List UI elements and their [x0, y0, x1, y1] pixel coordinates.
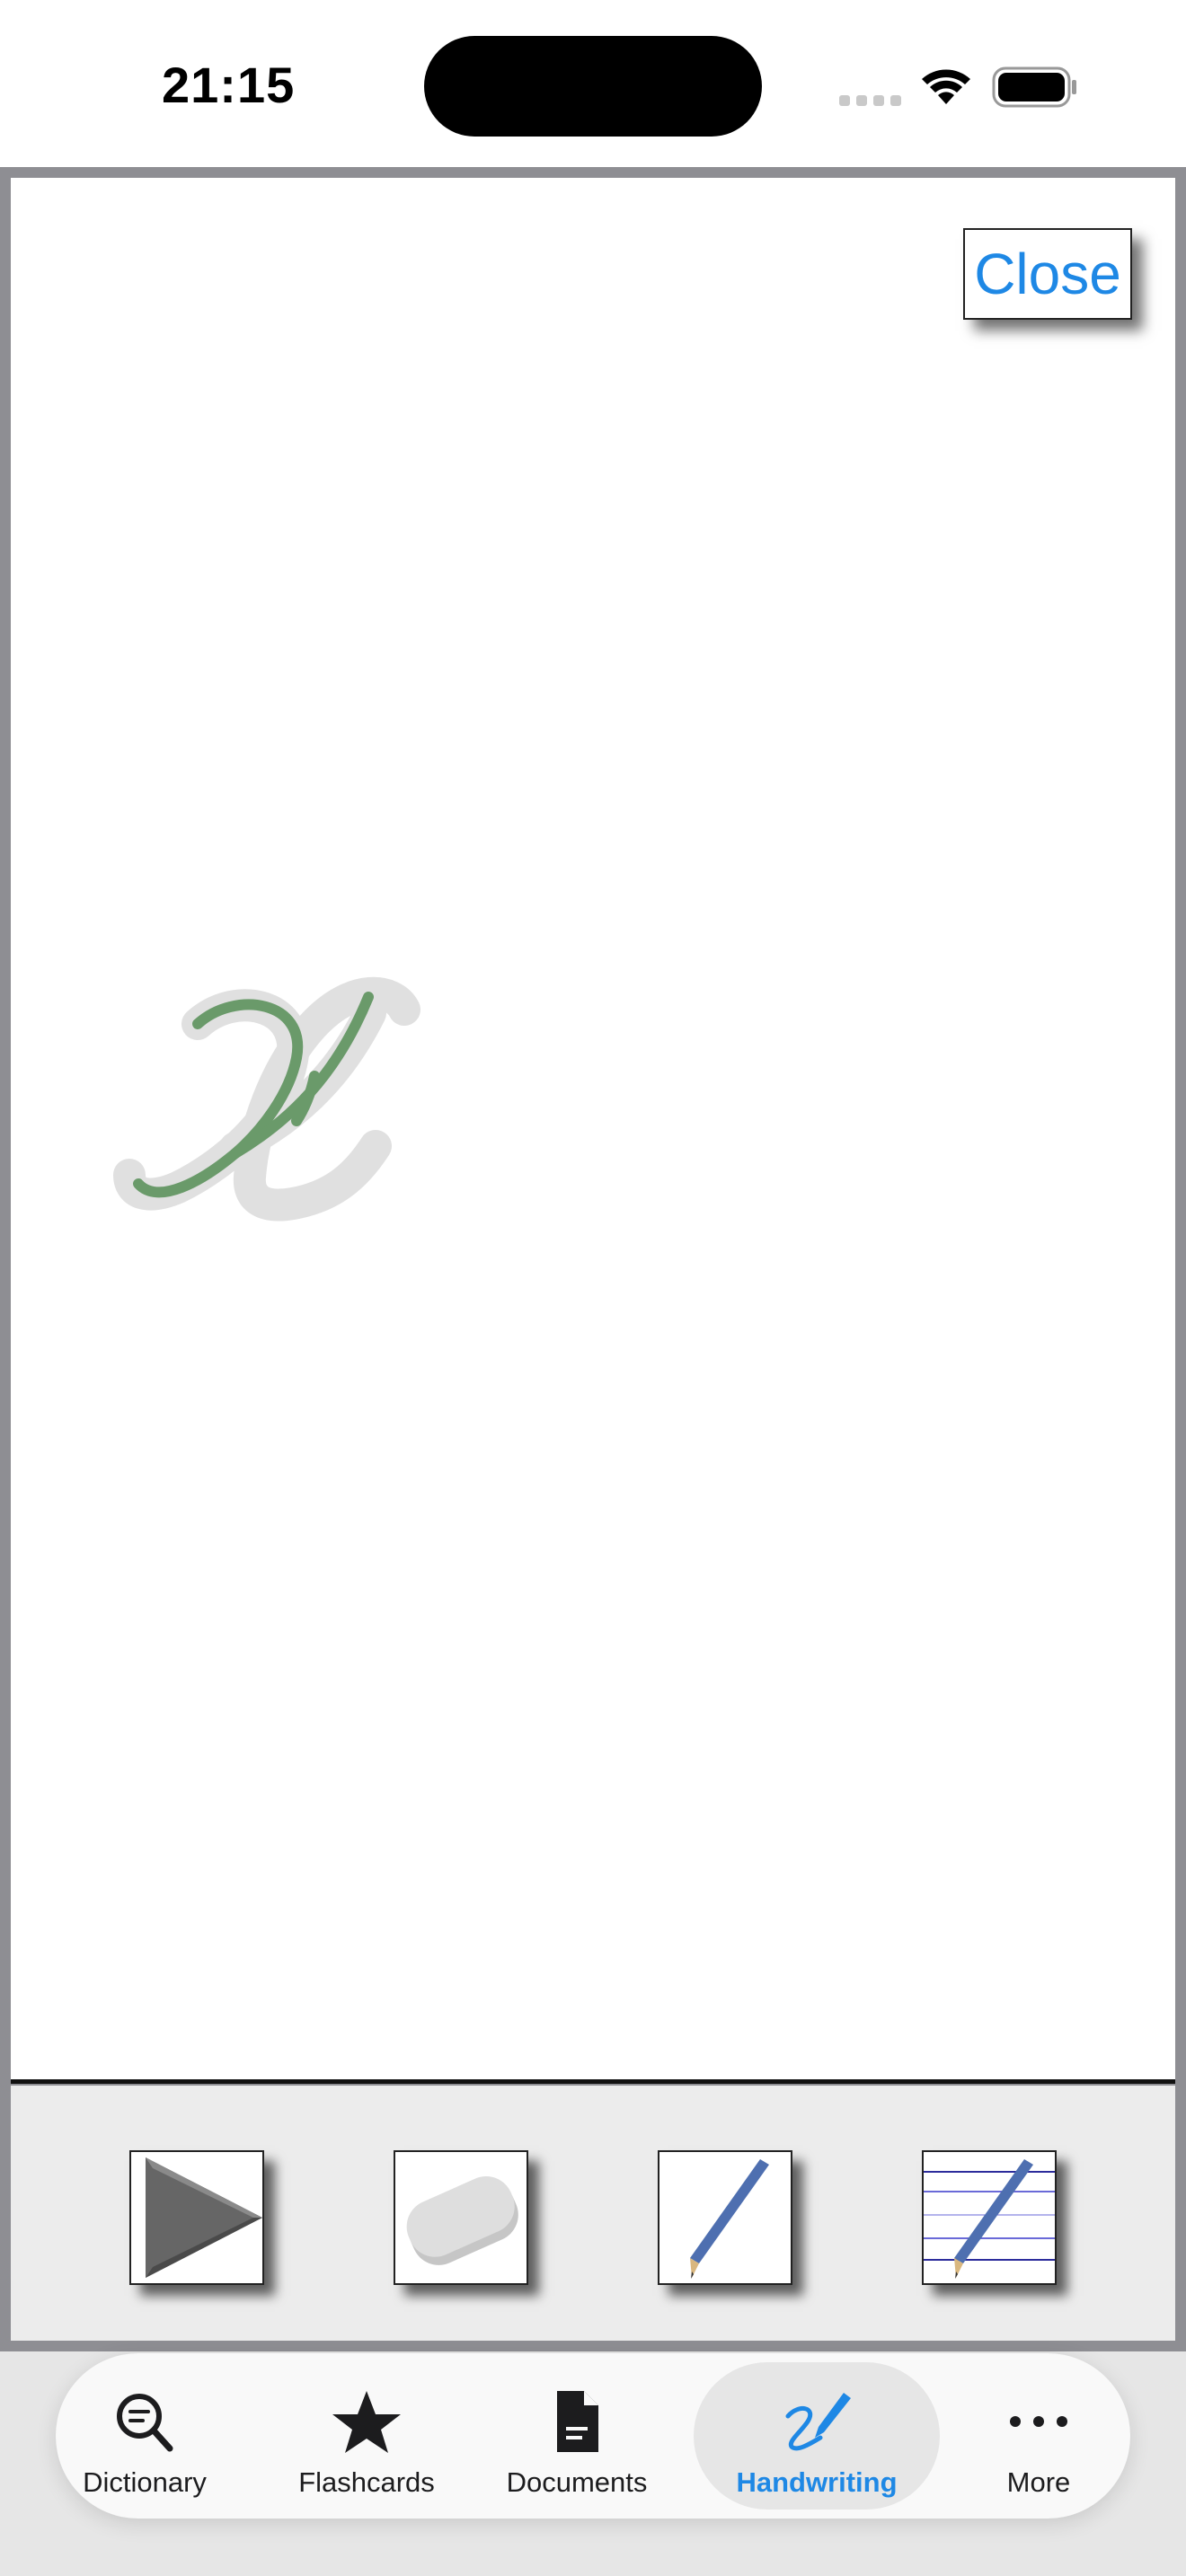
- dynamic-island: [424, 36, 762, 137]
- star-icon: [332, 2391, 401, 2453]
- tab-label: Flashcards: [298, 2466, 435, 2498]
- battery-icon: [992, 66, 1076, 108]
- status-time: 21:15: [162, 57, 296, 113]
- play-icon: [146, 2157, 262, 2278]
- tab-bar: Dictionary Flashcards Documents Handwrit…: [56, 2353, 1130, 2519]
- cellular-signal-icon: [839, 95, 902, 106]
- tab-label: Handwriting: [736, 2466, 898, 2498]
- lined-paper-pencil-icon: [924, 2159, 1055, 2279]
- close-button[interactable]: Close: [963, 228, 1132, 320]
- wifi-icon: [922, 69, 970, 104]
- lined-paper-pencil-button[interactable]: [922, 2150, 1057, 2285]
- tab-handwriting[interactable]: Handwriting: [694, 2362, 940, 2510]
- cursive-letter-zh-icon: [113, 976, 420, 1222]
- eraser-button[interactable]: [394, 2150, 528, 2285]
- tab-label: Dictionary: [83, 2466, 207, 2498]
- tool-bar: [11, 2086, 1175, 2341]
- status-bar: 21:15: [0, 0, 1186, 167]
- search-icon: [117, 2394, 173, 2452]
- tab-label: More: [1006, 2466, 1071, 2498]
- more-icon: [1010, 2416, 1067, 2427]
- pencil-icon: [690, 2159, 769, 2279]
- tab-dictionary[interactable]: Dictionary: [77, 2362, 212, 2510]
- play-button[interactable]: [129, 2150, 264, 2285]
- handwriting-icon: [785, 2393, 851, 2451]
- tab-documents[interactable]: Documents: [505, 2362, 649, 2510]
- pencil-button[interactable]: [658, 2150, 792, 2285]
- tab-flashcards[interactable]: Flashcards: [295, 2362, 438, 2510]
- eraser-icon: [406, 2176, 518, 2265]
- tab-label: Documents: [506, 2466, 648, 2498]
- handwriting-canvas[interactable]: Close: [11, 178, 1175, 2084]
- document-icon: [557, 2391, 598, 2452]
- tab-more[interactable]: More: [976, 2362, 1102, 2510]
- app-frame: Close: [0, 167, 1186, 2351]
